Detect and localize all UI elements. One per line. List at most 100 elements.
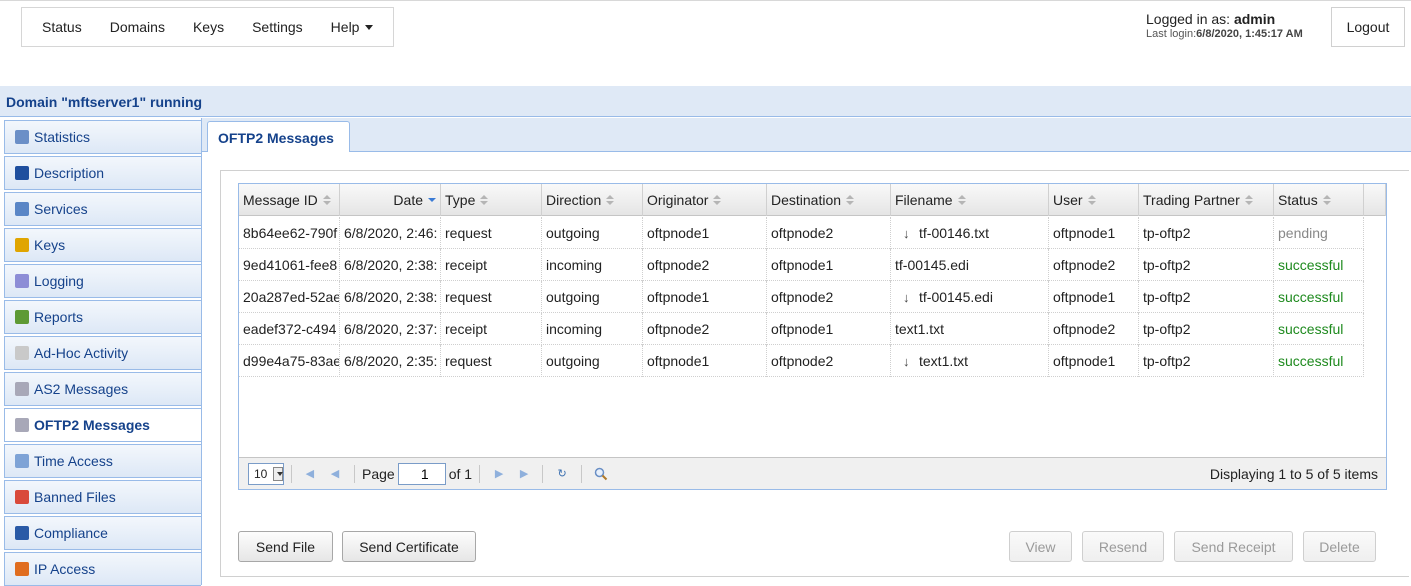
col-trading-partner[interactable]: Trading Partner [1139, 184, 1274, 216]
cell-date: 6/8/2020, 2:38: [340, 249, 441, 281]
sidebar-item-services[interactable]: Services [4, 192, 201, 226]
sidebar-item-ip-access[interactable]: IP Access [4, 552, 201, 586]
menu-help[interactable]: Help [322, 19, 383, 35]
col-user[interactable]: User [1049, 184, 1139, 216]
sidebar-item-ad-hoc-activity[interactable]: Ad-Hoc Activity [4, 336, 201, 370]
tab-strip: OFTP2 Messages [202, 118, 1411, 153]
cell-date-text: 6/8/2020, 2:38: [344, 289, 438, 305]
cell-trading-partner: tp-oftp2 [1139, 249, 1274, 281]
sidebar-item-compliance[interactable]: Compliance [4, 516, 201, 550]
display-info: Displaying 1 to 5 of 5 items [1209, 465, 1378, 482]
sidebar-item-logging[interactable]: Logging [4, 264, 201, 298]
cell-status: successful [1274, 345, 1364, 377]
cell-direction: incoming [542, 249, 643, 281]
cell-status: pending [1274, 217, 1364, 249]
table-row[interactable]: 9ed41061-fee8 6/8/2020, 2:38: receipt incom… [239, 249, 1364, 281]
cell-message-id: 9ed41061-fee8 [239, 249, 340, 281]
table-row[interactable]: d99e4a75-83ae 6/8/2020, 2:35: request outgo… [239, 345, 1364, 377]
logout-button[interactable]: Logout [1331, 7, 1405, 47]
cell-filename: text1.txt [891, 313, 1049, 345]
menu-domains[interactable]: Domains [101, 19, 174, 35]
cell-message-id-text: 20a287ed-52ae [243, 289, 340, 305]
menu-help-label: Help [330, 19, 360, 35]
cell-status-text: successful [1278, 257, 1344, 273]
cell-direction-text: incoming [546, 257, 603, 273]
cell-user-text: oftpnode1 [1053, 353, 1116, 369]
table-row[interactable]: 20a287ed-52ae 6/8/2020, 2:38: request outgo… [239, 281, 1364, 313]
toolbar-separator [354, 464, 355, 483]
sidebar-item-keys[interactable]: Keys [4, 228, 201, 262]
cell-filename-text: text1.txt [895, 321, 945, 337]
menu-settings[interactable]: Settings [243, 19, 312, 35]
sidebar-item-description[interactable]: Description [4, 156, 201, 190]
delete-button[interactable]: Delete [1303, 531, 1376, 562]
col-type[interactable]: Type [441, 184, 542, 216]
col-originator[interactable]: Originator [643, 184, 767, 216]
search-icon[interactable] [592, 465, 610, 483]
menu-status[interactable]: Status [33, 19, 91, 35]
banned-files-icon [15, 490, 29, 504]
resend-button[interactable]: Resend [1082, 531, 1164, 562]
table-row[interactable]: eadef372-c494 6/8/2020, 2:37: receipt incom… [239, 313, 1364, 345]
next-page-icon[interactable]: ▶ [490, 465, 508, 483]
sort-icon [322, 195, 331, 205]
prev-page-icon[interactable]: ◀ [326, 465, 344, 483]
user-icon [15, 166, 29, 180]
col-direction[interactable]: Direction [542, 184, 643, 216]
cell-filename: ↓ tf-00145.edi [891, 281, 1049, 313]
sidebar-item-reports[interactable]: Reports [4, 300, 201, 334]
services-icon [15, 202, 29, 216]
cell-direction: incoming [542, 313, 643, 345]
col-message-id[interactable]: Message ID [239, 184, 340, 216]
sidebar-item-label: IP Access [34, 561, 96, 577]
col-filename[interactable]: Filename [891, 184, 1049, 216]
cell-type: receipt [441, 313, 542, 345]
col-label: User [1053, 192, 1083, 208]
tab-oftp2-messages[interactable]: OFTP2 Messages [207, 121, 350, 153]
col-status[interactable]: Status [1274, 184, 1364, 216]
col-label: Status [1278, 192, 1318, 208]
toolbar-separator [291, 464, 292, 483]
last-page-icon[interactable]: ▶ [514, 465, 532, 483]
sidebar-item-banned-files[interactable]: Banned Files [4, 480, 201, 514]
last-login-prefix: Last login: [1146, 28, 1197, 40]
sidebar-item-label: Time Access [34, 453, 113, 469]
sidebar-item-label: Reports [34, 309, 84, 325]
send-certificate-button[interactable]: Send Certificate [342, 531, 476, 562]
sidebar-item-oftp2-messages[interactable]: OFTP2 Messages [4, 408, 201, 442]
sidebar-item-label: Statistics [34, 129, 91, 145]
sidebar-item-statistics[interactable]: Statistics [4, 120, 201, 154]
sidebar-item-time-access[interactable]: Time Access [4, 444, 201, 478]
cell-originator-text: oftpnode1 [647, 353, 710, 369]
col-destination[interactable]: Destination [767, 184, 891, 216]
page-size-select[interactable]: 10 [248, 462, 284, 485]
table-row[interactable]: 8b64ee62-790f 6/8/2020, 2:46: request outgo… [239, 217, 1364, 249]
cell-message-id: d99e4a75-83ae [239, 345, 340, 377]
page-number-input[interactable] [397, 462, 446, 485]
view-button[interactable]: View [1009, 531, 1072, 562]
chevron-down-icon [273, 466, 283, 481]
send-receipt-button[interactable]: Send Receipt [1174, 531, 1293, 562]
cell-type-text: request [445, 225, 492, 241]
cell-status-text: successful [1278, 289, 1344, 305]
cell-type: request [441, 217, 542, 249]
grid-header: Message ID Date Type Direction Originato… [239, 184, 1386, 216]
logged-in-line: Logged in as: admin [1146, 12, 1303, 27]
cell-date: 6/8/2020, 2:46: [340, 217, 441, 249]
paging-toolbar: 10 ◀ ◀ Page of 1 ▶ ▶ ↻ Displaying 1 to 5… [239, 457, 1386, 489]
col-date[interactable]: Date [340, 184, 441, 216]
cell-destination-text: oftpnode1 [771, 321, 834, 337]
refresh-icon[interactable]: ↻ [553, 465, 571, 483]
first-page-icon[interactable]: ◀ [302, 465, 320, 483]
menu-keys[interactable]: Keys [184, 19, 233, 35]
cell-status: successful [1274, 313, 1364, 345]
username: admin [1233, 11, 1276, 27]
key-icon [15, 238, 29, 252]
cell-originator: oftpnode1 [643, 345, 767, 377]
sidebar-item-label: OFTP2 Messages [34, 417, 150, 433]
send-file-button[interactable]: Send File [238, 531, 333, 562]
cell-filename-text: tf-00146.txt [919, 225, 990, 241]
sidebar-item-as2-messages[interactable]: AS2 Messages [4, 372, 201, 406]
toolbar-separator [542, 464, 544, 483]
sort-icon [1244, 195, 1253, 205]
